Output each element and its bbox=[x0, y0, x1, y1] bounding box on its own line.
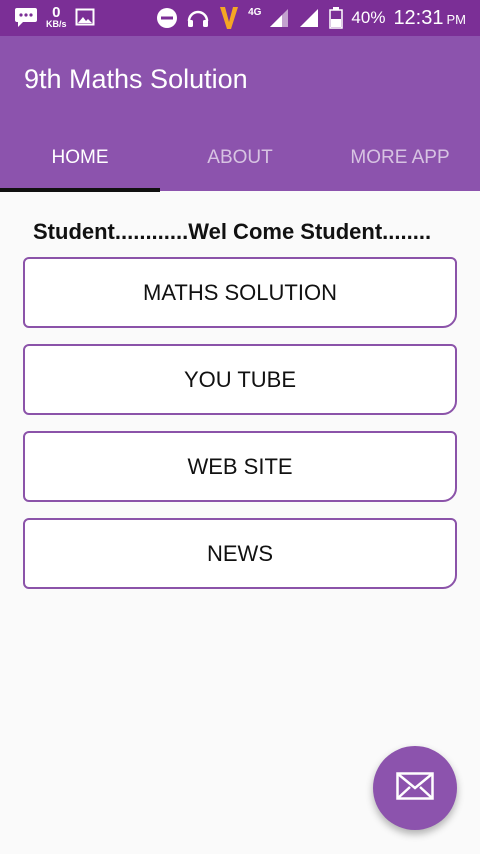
mail-fab-button[interactable] bbox=[373, 746, 457, 830]
website-button[interactable]: WEB SITE bbox=[23, 431, 457, 502]
status-bar: 0 KB/s 4G 40% 12:31 PM bbox=[0, 0, 480, 36]
signal-icon bbox=[269, 8, 291, 28]
battery-percent: 40% bbox=[351, 8, 386, 27]
speed-unit: KB/s bbox=[46, 19, 67, 29]
welcome-marquee: Student............Wel Come Student.....… bbox=[33, 219, 451, 249]
headset-icon bbox=[186, 7, 210, 29]
marquee-fade bbox=[433, 219, 451, 249]
image-icon bbox=[75, 7, 95, 27]
chat-icon bbox=[14, 6, 38, 28]
clock-time: 12:31 bbox=[393, 6, 444, 29]
network-type: 4G bbox=[248, 7, 262, 18]
dnd-icon bbox=[156, 7, 178, 29]
tab-indicator bbox=[0, 188, 160, 192]
signal-icon bbox=[299, 8, 321, 28]
tab-more-app[interactable]: MORE APP bbox=[320, 138, 480, 191]
carrier-v-icon bbox=[218, 5, 240, 31]
youtube-button[interactable]: YOU TUBE bbox=[23, 344, 457, 415]
status-bar-left: 0 KB/s bbox=[14, 5, 95, 29]
tab-bar: HOME ABOUT MORE APP bbox=[0, 138, 480, 192]
network-speed: 0 KB/s bbox=[46, 5, 67, 29]
app-title: 9th Maths Solution bbox=[24, 64, 248, 94]
speed-value: 0 bbox=[52, 4, 61, 21]
clock: 12:31 PM bbox=[393, 7, 466, 30]
app-bar: 9th Maths Solution HOME ABOUT MORE APP bbox=[0, 36, 480, 192]
status-bar-right: 4G 40% 12:31 PM bbox=[156, 5, 466, 31]
maths-solution-button[interactable]: MATHS SOLUTION bbox=[23, 257, 457, 328]
mail-icon bbox=[396, 771, 434, 805]
tab-home[interactable]: HOME bbox=[0, 138, 160, 191]
news-button[interactable]: NEWS bbox=[23, 518, 457, 589]
clock-ampm: PM bbox=[446, 11, 467, 27]
marquee-text: Student............Wel Come Student.....… bbox=[33, 219, 432, 244]
battery-icon bbox=[329, 7, 344, 29]
tab-about[interactable]: ABOUT bbox=[160, 138, 320, 191]
